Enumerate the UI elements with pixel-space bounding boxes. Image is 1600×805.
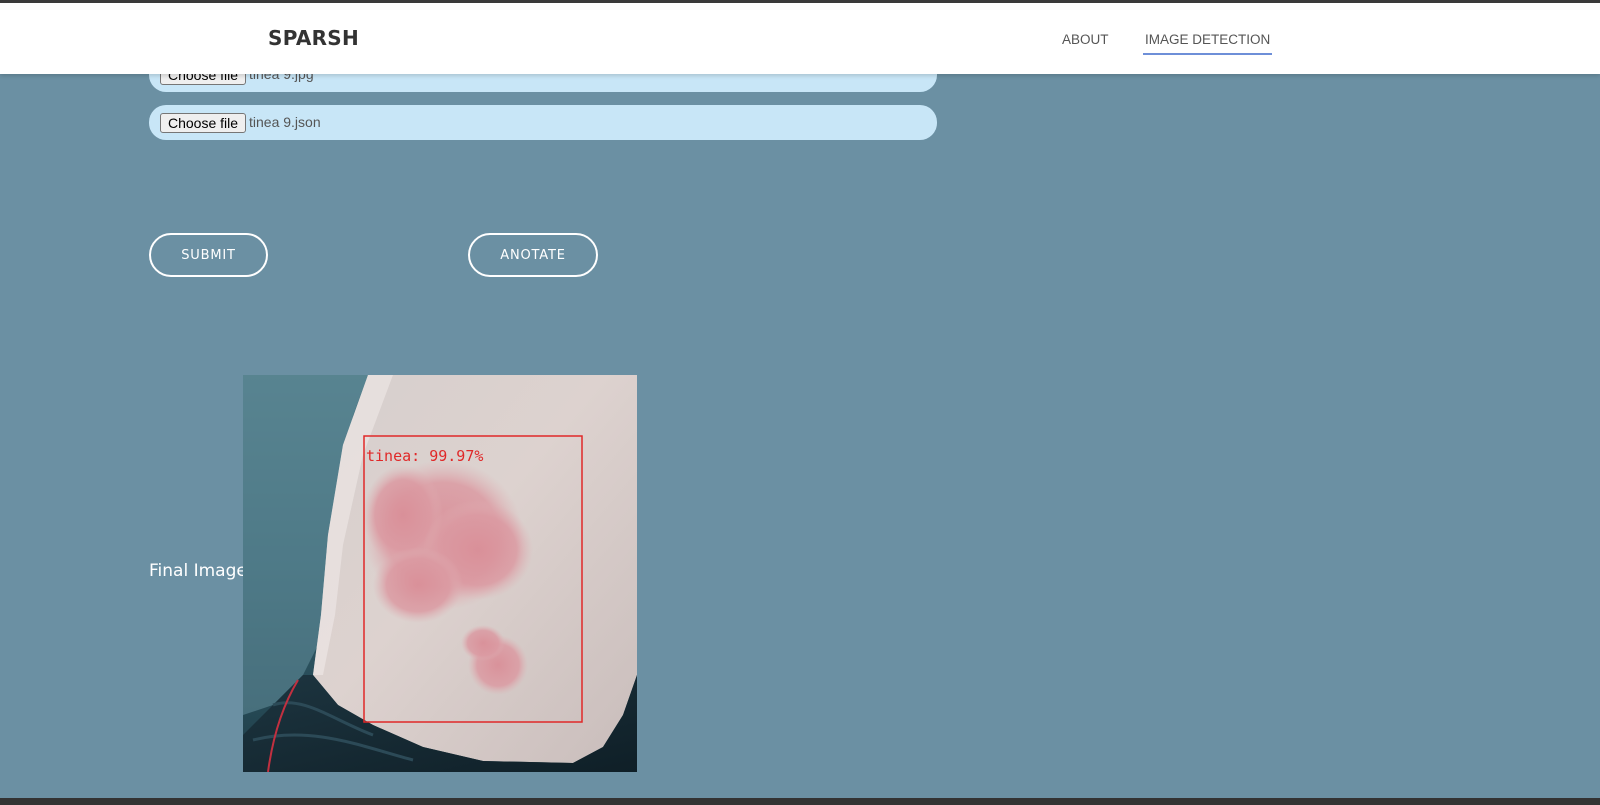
choose-json-file-button[interactable]: Choose file	[160, 113, 247, 133]
anotate-button[interactable]: ANOTATE	[468, 233, 598, 277]
final-image: tinea: 99.97%	[243, 375, 637, 772]
detection-label: tinea: 99.97%	[366, 447, 484, 465]
nav-image-detection[interactable]: IMAGE DETECTION	[1143, 32, 1273, 55]
json-file-input[interactable]: Choose file tinea 9.json	[149, 105, 937, 140]
detection-photo	[243, 375, 637, 772]
nav-about[interactable]: ABOUT	[1062, 32, 1109, 53]
navbar: SPARSH ABOUT IMAGE DETECTION	[0, 3, 1600, 74]
brand-logo[interactable]: SPARSH	[268, 26, 359, 50]
final-image-label: Final Image	[149, 561, 247, 581]
bottom-bar	[0, 798, 1600, 805]
submit-button[interactable]: SUBMIT	[149, 233, 268, 277]
json-file-name: tinea 9.json	[249, 114, 321, 130]
window-top-edge	[0, 0, 1600, 3]
